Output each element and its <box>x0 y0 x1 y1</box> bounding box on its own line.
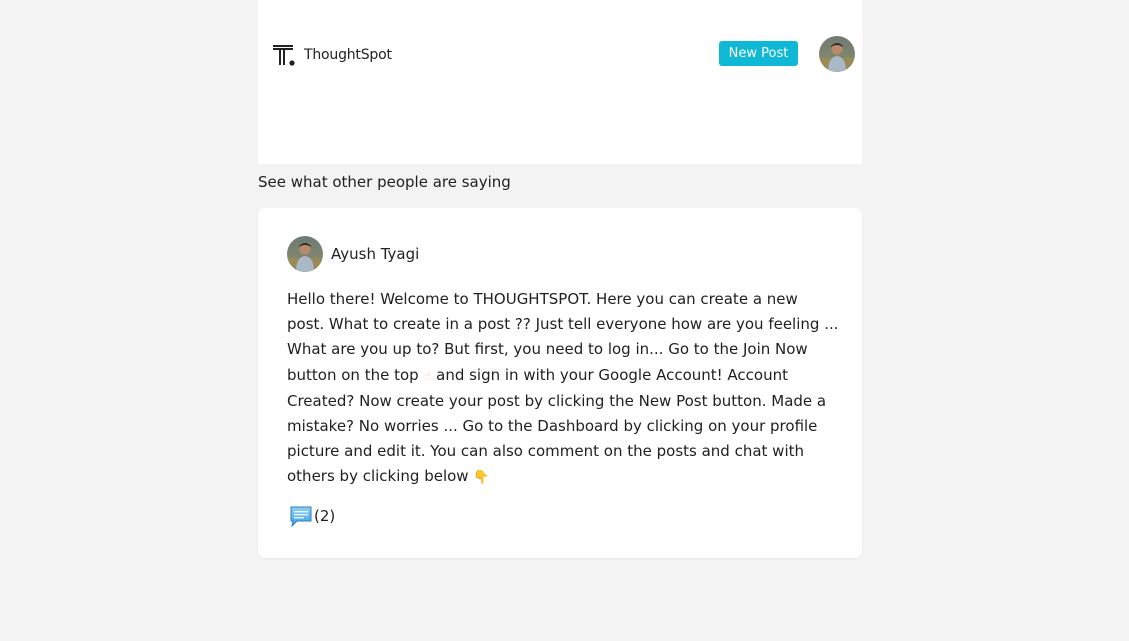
comments-button[interactable]: (2) <box>289 505 335 527</box>
pointing-down-icon: 👇 <box>473 470 490 486</box>
user-avatar-image <box>287 236 323 272</box>
profile-avatar[interactable] <box>819 36 855 72</box>
new-post-button[interactable]: New Post <box>719 41 798 66</box>
brand-logo[interactable]: ThoughtSpot <box>272 43 392 67</box>
comment-count[interactable]: (2) <box>314 507 335 525</box>
author-name[interactable]: Ayush Tyagi <box>331 245 419 263</box>
user-avatar-image <box>819 36 855 72</box>
feed-heading: See what other people are saying <box>258 173 511 191</box>
post-author[interactable]: Ayush Tyagi <box>287 236 419 272</box>
thoughtspot-logo-icon <box>273 45 295 66</box>
top-header: ThoughtSpot New Post <box>258 0 862 164</box>
post-card: Ayush Tyagi Hello there! Welcome to THOU… <box>258 208 862 558</box>
author-avatar[interactable] <box>287 236 323 272</box>
speech-bubble-icon <box>290 506 312 527</box>
brand-name: ThoughtSpot <box>304 47 392 63</box>
post-body: Hello there! Welcome to THOUGHTSPOT. Her… <box>287 287 839 491</box>
